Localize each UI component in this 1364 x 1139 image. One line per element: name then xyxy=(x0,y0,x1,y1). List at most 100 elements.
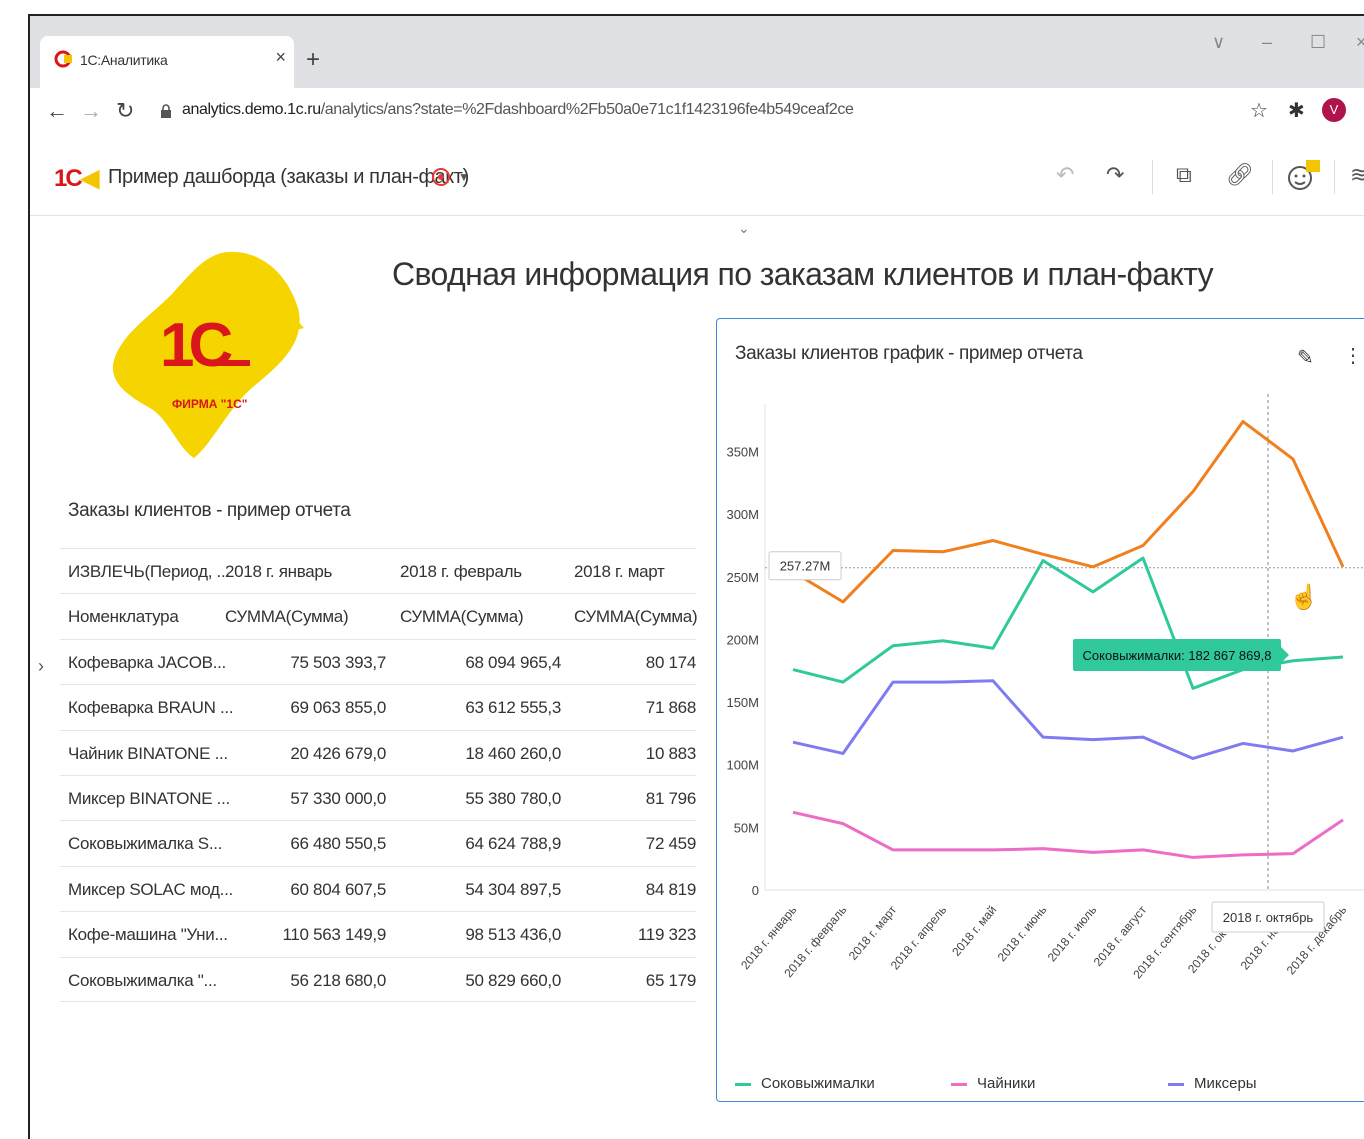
sum-cell: 20 426 679,0 xyxy=(290,743,386,763)
chart-card: Заказы клиентов график - пример отчета ✎… xyxy=(716,318,1364,1102)
sum-cell: 55 380 780,0 xyxy=(465,788,561,808)
open-external-icon[interactable]: ⧉ xyxy=(1176,162,1192,188)
back-icon[interactable]: ← xyxy=(46,98,68,124)
y-tick-label: 350M xyxy=(726,445,759,460)
header-divider xyxy=(1334,160,1335,194)
dashboard-title[interactable]: Пример дашборда (заказы и план-факт) xyxy=(108,166,469,189)
x-tick-label: 2018 г. март xyxy=(846,903,900,963)
product-name-cell: Чайник BINATONE ... xyxy=(68,743,228,763)
undo-icon[interactable]: ↶ xyxy=(1056,162,1074,188)
x-tick-label: 2018 г. июнь xyxy=(995,903,1050,964)
y-tick-label: 50M xyxy=(734,820,759,835)
page-title: Сводная информация по заказам клиентов и… xyxy=(392,256,1214,292)
legend-swatch xyxy=(1168,1082,1184,1086)
table-row[interactable]: Миксер BINATONE ... 57 330 000,0 55 380 78… xyxy=(60,774,696,820)
sum-cell: 119 323 xyxy=(637,925,696,945)
sum-cell: 66 480 550,5 xyxy=(290,834,386,854)
profile-avatar[interactable]: V xyxy=(1322,98,1346,122)
header-cell[interactable]: СУММА(Сумма) xyxy=(225,607,349,627)
product-name-cell: Соковыжималка "... xyxy=(68,970,217,990)
table-title: Заказы клиентов - пример отчета xyxy=(68,500,351,521)
bookmark-star-icon[interactable]: ☆ xyxy=(1250,98,1268,123)
url-field[interactable]: analytics.demo.1c.ru/analytics/ans?state… xyxy=(182,101,854,119)
sum-cell: 64 624 788,9 xyxy=(465,834,561,854)
line-chart[interactable]: 050M100M150M200M250M300M350M2018 г. янва… xyxy=(717,319,1364,1059)
table-row[interactable]: Кофеварка JACOB... 75 503 393,7 68 094 965… xyxy=(60,638,697,684)
crosshair-x-label: 2018 г. октябрь xyxy=(1223,910,1314,925)
header-divider xyxy=(1152,160,1153,194)
sum-cell: 80 174 xyxy=(645,652,697,672)
svg-text:1С: 1С xyxy=(160,311,232,380)
sum-cell: 71 868 xyxy=(645,698,697,718)
minimize-icon[interactable]: – xyxy=(1262,32,1272,53)
feedback-icon[interactable] xyxy=(1286,158,1322,194)
extensions-icon[interactable]: ✱ xyxy=(1288,98,1305,123)
y-tick-label: 250M xyxy=(726,570,759,585)
new-tab-button[interactable]: + xyxy=(306,46,320,74)
legend-swatch xyxy=(735,1082,751,1086)
header-cell[interactable]: 2018 г. март xyxy=(574,562,665,582)
table-row[interactable]: Миксер SOLAC мод... 60 804 607,5 54 304 89… xyxy=(60,865,697,911)
legend-item[interactable]: Соковыжималки xyxy=(735,1075,875,1092)
legend-item[interactable]: Миксеры xyxy=(1168,1075,1257,1092)
expand-left-icon[interactable]: › xyxy=(38,656,44,677)
app-logo[interactable]: 1С◀ xyxy=(54,164,99,193)
table-row[interactable]: Соковыжималка S... 66 480 550,5 64 624 788… xyxy=(60,820,696,865)
1c-favicon-icon xyxy=(54,50,72,68)
tooltip-text: Соковыжималки: 182 867 869,8 xyxy=(1083,648,1272,663)
tab-title: 1С:Аналитика xyxy=(80,52,168,68)
legend-item[interactable]: Чайники xyxy=(951,1075,1035,1092)
browser-tab-analytics[interactable]: 1С:Аналитика × xyxy=(40,36,294,88)
menu-icon[interactable]: ≋ xyxy=(1350,162,1364,188)
y-tick-label: 200M xyxy=(726,632,759,647)
product-name-cell: Кофеварка BRAUN ... xyxy=(68,698,234,718)
table-row[interactable]: Кофеварка BRAUN ... 69 063 855,0 63 612 55… xyxy=(60,684,696,729)
maximize-icon[interactable]: ☐ xyxy=(1310,32,1326,53)
header-cell[interactable]: 2018 г. январь xyxy=(225,562,332,582)
sum-cell: 54 304 897,5 xyxy=(465,879,561,899)
sum-cell: 72 459 xyxy=(645,834,697,854)
header-cell[interactable]: ИЗВЛЕЧЬ(Период, ... xyxy=(68,562,230,582)
header-cell[interactable]: СУММА(Сумма) xyxy=(574,607,698,627)
sum-cell: 98 513 436,0 xyxy=(465,925,561,945)
series-line[interactable] xyxy=(792,810,1344,859)
sum-cell: 84 819 xyxy=(645,879,697,899)
lock-icon xyxy=(161,104,171,118)
link-icon[interactable]: 🔗︎ xyxy=(1226,162,1254,188)
close-window-icon[interactable]: × xyxy=(1356,32,1364,53)
sum-cell: 75 503 393,7 xyxy=(290,652,386,672)
forward-icon[interactable]: → xyxy=(80,98,102,124)
y-tick-label: 100M xyxy=(726,758,759,773)
product-name-cell: Миксер SOLAC мод... xyxy=(68,879,233,899)
product-name-cell: Кофе-машина "Уни... xyxy=(68,925,228,945)
tab-close-icon[interactable]: × xyxy=(275,47,286,68)
1c-firm-logo: 1С ФИРМА "1С" xyxy=(112,251,304,458)
collapse-header-icon[interactable]: ⌄ xyxy=(738,220,750,237)
sum-cell: 68 094 965,4 xyxy=(465,652,561,672)
legend-swatch xyxy=(951,1082,967,1086)
series-line[interactable] xyxy=(792,679,1344,760)
target-icon[interactable] xyxy=(432,168,450,186)
table-row[interactable]: Соковыжималка "... 56 218 680,0 50 829 660… xyxy=(60,956,697,1002)
header-cell[interactable]: 2018 г. февраль xyxy=(400,562,522,582)
tab-strip: 1С:Аналитика × + ∨ – ☐ × xyxy=(30,16,1364,88)
sum-cell: 60 804 607,5 xyxy=(290,879,386,899)
sum-cell: 18 460 260,0 xyxy=(465,743,561,763)
header-cell[interactable]: СУММА(Сумма) xyxy=(400,607,524,627)
sum-cell: 50 829 660,0 xyxy=(465,970,561,990)
logo-caption: ФИРМА "1С" xyxy=(172,397,247,411)
table-row[interactable]: Кофе-машина "Уни... 110 563 149,9 98 513 4… xyxy=(60,911,696,956)
app-header: 1С◀ Пример дашборда (заказы и план-факт)… xyxy=(30,134,1364,216)
sum-cell: 65 179 xyxy=(645,970,697,990)
table-row[interactable]: Чайник BINATONE ... 20 426 679,0 18 460 26… xyxy=(60,729,696,775)
tab-search-icon[interactable]: ∨ xyxy=(1212,32,1225,53)
product-name-cell: Кофеварка JACOB... xyxy=(68,652,226,672)
product-name-cell: Миксер BINATONE ... xyxy=(68,788,230,808)
reload-icon[interactable]: ↻ xyxy=(116,98,134,124)
hand-cursor-icon: ☝ xyxy=(1289,582,1319,611)
redo-icon[interactable]: ↷ xyxy=(1106,162,1124,188)
x-tick-label: 2018 г. май xyxy=(949,903,999,959)
crosshair-y-label: 257.27M xyxy=(780,559,831,574)
dropdown-arrow-icon[interactable]: ▼ xyxy=(458,170,470,184)
header-cell[interactable]: Номенклатура xyxy=(68,607,179,627)
